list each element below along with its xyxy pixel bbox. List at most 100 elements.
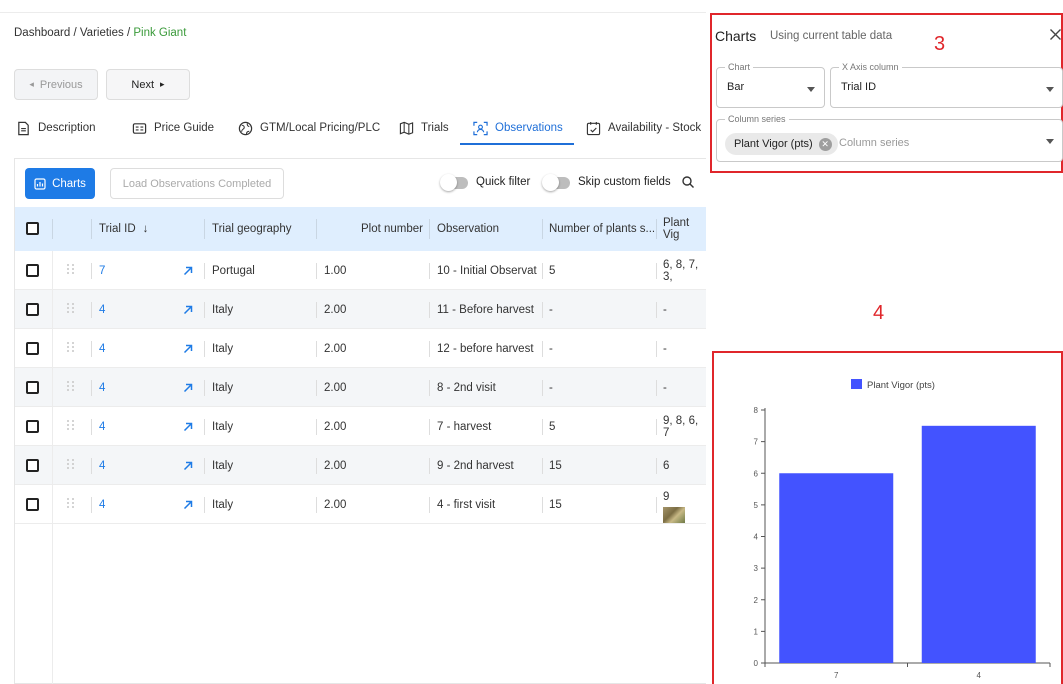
chevron-down-icon	[1046, 139, 1054, 144]
tab-description[interactable]: Description	[16, 112, 96, 144]
trial-id-link[interactable]: 4	[99, 485, 105, 524]
quick-filter-toggle[interactable]	[440, 174, 468, 191]
plot-number-cell: 2.00	[324, 459, 347, 472]
legend-swatch	[851, 379, 862, 389]
open-link-arrow-icon[interactable]	[183, 422, 193, 432]
y-tick-label: 3	[754, 564, 759, 573]
trial-id-link[interactable]: 4	[99, 329, 105, 368]
skip-custom-fields-toggle[interactable]	[542, 174, 570, 191]
charts-button[interactable]: Charts	[25, 168, 95, 199]
number-of-plants-cell: -	[549, 303, 553, 316]
tab-price-guide[interactable]: Price Guide	[132, 112, 214, 144]
column-header-trial-id[interactable]: Trial ID ↓	[99, 207, 148, 251]
table-row[interactable]: 4 Italy 2.00 11 - Before harvest - -	[15, 290, 707, 329]
map-icon	[399, 121, 414, 135]
drag-handle-icon[interactable]	[67, 381, 75, 393]
drag-handle-icon[interactable]	[67, 420, 75, 432]
annotation-number-4: 4	[873, 302, 885, 324]
sort-arrow-down-icon[interactable]: ↓	[143, 223, 149, 235]
plant-vigor-cell: 9, 8, 6, 7	[663, 414, 699, 439]
column-separator	[316, 419, 317, 435]
breadcrumb-dashboard[interactable]: Dashboard	[14, 27, 70, 39]
open-link-arrow-icon[interactable]	[183, 266, 193, 276]
observation-photo-thumbnail[interactable]	[663, 507, 685, 523]
column-header-plant-vigor[interactable]: Plant Vig	[663, 207, 707, 251]
chevron-left-icon: ◂	[29, 79, 34, 89]
tab-observations[interactable]: Observations	[473, 112, 563, 144]
table-row[interactable]: 4 Italy 2.00 9 - 2nd harvest 15 6	[15, 446, 707, 485]
column-series-select[interactable]: Column series Plant Vigor (pts) ✕ Column…	[716, 114, 1063, 162]
table-row[interactable]: 4 Italy 2.00 8 - 2nd visit - -	[15, 368, 707, 407]
column-header-plot-number[interactable]: Plot number	[361, 207, 423, 251]
series-chip-label: Plant Vigor (pts)	[734, 138, 813, 150]
annotation-box-4: Plant Vigor (pts) 0 1 2 3 4 5 6 7 8 7 4	[712, 351, 1063, 684]
column-separator	[52, 219, 53, 239]
trial-id-link[interactable]: 4	[99, 446, 105, 485]
table-row[interactable]: 4 Italy 2.00 12 - before harvest - -	[15, 329, 707, 368]
search-icon[interactable]	[681, 175, 695, 189]
open-link-arrow-icon[interactable]	[183, 344, 193, 354]
x-axis-column-select[interactable]: X Axis column Trial ID	[830, 62, 1063, 108]
breadcrumb: Dashboard / Varieties / Pink Giant	[14, 27, 186, 39]
trial-id-link[interactable]: 4	[99, 290, 105, 329]
column-separator	[316, 302, 317, 318]
column-separator	[91, 341, 92, 357]
breadcrumb-varieties[interactable]: Varieties	[80, 27, 124, 39]
drag-handle-icon[interactable]	[67, 342, 75, 354]
drag-handle-icon[interactable]	[67, 498, 75, 510]
row-checkbox[interactable]	[26, 381, 39, 394]
row-checkbox[interactable]	[26, 420, 39, 433]
bar-7	[779, 473, 894, 663]
column-separator	[542, 419, 543, 435]
previous-button[interactable]: ◂ Previous	[14, 69, 98, 100]
close-icon[interactable]	[1049, 28, 1062, 41]
select-all-checkbox[interactable]	[26, 222, 39, 235]
chart-type-select[interactable]: Chart Bar	[716, 62, 825, 108]
column-separator	[52, 290, 53, 329]
toggle-knob	[440, 174, 457, 191]
tab-gtm-pricing[interactable]: GTM/Local Pricing/PLC	[238, 112, 380, 144]
drag-handle-icon[interactable]	[67, 303, 75, 315]
tab-trials[interactable]: Trials	[399, 112, 449, 144]
trial-geography-cell: Italy	[212, 420, 234, 433]
open-link-arrow-icon[interactable]	[183, 500, 193, 510]
column-header-number-of-plants[interactable]: Number of plants s...	[549, 207, 655, 251]
column-header-observation[interactable]: Observation	[437, 207, 499, 251]
open-link-arrow-icon[interactable]	[183, 305, 193, 315]
previous-label: Previous	[39, 78, 83, 91]
observation-cell: 7 - harvest	[437, 420, 492, 433]
drag-handle-icon[interactable]	[67, 264, 75, 276]
y-tick-label: 4	[754, 533, 759, 542]
observation-cell: 12 - before harvest	[437, 342, 534, 355]
table-row[interactable]: 4 Italy 2.00 7 - harvest 5 9, 8, 6, 7	[15, 407, 707, 446]
number-of-plants-cell: -	[549, 342, 553, 355]
table-row[interactable]: 4 Italy 2.00 4 - first visit 15 9	[15, 485, 707, 524]
price-guide-icon	[132, 122, 147, 134]
drag-handle-icon[interactable]	[67, 459, 75, 471]
row-checkbox[interactable]	[26, 459, 39, 472]
open-link-arrow-icon[interactable]	[183, 383, 193, 393]
row-checkbox[interactable]	[26, 264, 39, 277]
tab-availability-stock[interactable]: Availability - Stock	[586, 112, 701, 144]
trial-id-link[interactable]: 4	[99, 407, 105, 446]
y-tick-label: 5	[754, 501, 759, 510]
column-series-label: Column series	[725, 114, 789, 124]
trial-id-link[interactable]: 7	[99, 251, 105, 290]
column-separator	[316, 380, 317, 396]
remove-chip-icon[interactable]: ✕	[818, 137, 832, 151]
number-of-plants-cell: 5	[549, 264, 556, 277]
open-link-arrow-icon[interactable]	[183, 461, 193, 471]
y-tick-label: 7	[754, 438, 759, 447]
trial-geography-cell: Italy	[212, 381, 234, 394]
table-row[interactable]: 7 Portugal 1.00 10 - Initial Observat 5 6, 8,…	[15, 251, 707, 290]
trial-id-link[interactable]: 4	[99, 368, 105, 407]
next-button[interactable]: Next ▸	[106, 69, 190, 100]
load-observations-button[interactable]: Load Observations Completed	[110, 168, 284, 199]
row-checkbox[interactable]	[26, 303, 39, 316]
breadcrumb-separator: /	[70, 27, 80, 39]
row-checkbox[interactable]	[26, 498, 39, 511]
row-checkbox[interactable]	[26, 342, 39, 355]
plot-number-cell: 2.00	[324, 303, 347, 316]
column-header-trial-geography[interactable]: Trial geography	[212, 207, 291, 251]
column-separator	[52, 368, 53, 407]
